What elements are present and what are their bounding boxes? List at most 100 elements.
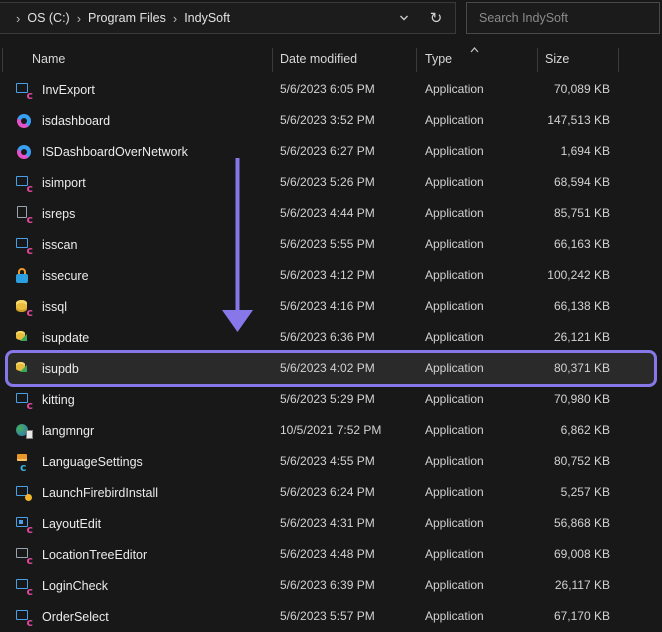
file-name: LayoutEdit	[42, 517, 101, 531]
file-size: 80,371 KB	[554, 353, 610, 384]
application-icon	[16, 485, 33, 501]
application-icon	[16, 578, 33, 594]
application-icon	[16, 113, 33, 129]
file-name: langmngr	[42, 424, 94, 438]
application-icon	[16, 237, 33, 253]
file-row[interactable]: isupdate 5/6/2023 6:36 PM Application 26…	[8, 322, 654, 353]
chevron-right-icon: ›	[166, 11, 184, 26]
file-row[interactable]: isimport 5/6/2023 5:26 PM Application 68…	[8, 167, 654, 198]
column-resize-handle[interactable]	[618, 48, 619, 72]
search-input[interactable]	[467, 11, 659, 25]
file-name: issql	[42, 300, 67, 314]
refresh-icon: ↻	[430, 11, 443, 26]
file-row[interactable]: isreps 5/6/2023 4:44 PM Application 85,7…	[8, 198, 654, 229]
file-date-modified: 5/6/2023 6:36 PM	[280, 322, 375, 353]
file-date-modified: 5/6/2023 6:27 PM	[280, 136, 375, 167]
file-size: 66,163 KB	[554, 229, 610, 260]
breadcrumb-item-drive[interactable]: OS (C:)	[27, 11, 69, 25]
file-type: Application	[425, 136, 484, 167]
file-type: Application	[425, 446, 484, 477]
file-row[interactable]: LoginCheck 5/6/2023 6:39 PM Application …	[8, 570, 654, 601]
file-date-modified: 10/5/2021 7:52 PM	[280, 415, 381, 446]
file-row[interactable]: ISDashboardOverNetwork 5/6/2023 6:27 PM …	[8, 136, 654, 167]
chevron-down-icon	[398, 12, 410, 24]
chevron-right-icon: ›	[70, 11, 88, 26]
file-row[interactable]: langmngr 10/5/2021 7:52 PM Application 6…	[8, 415, 654, 446]
application-icon	[16, 268, 33, 284]
file-date-modified: 5/6/2023 6:39 PM	[280, 570, 375, 601]
file-name-cell: isupdate	[16, 322, 89, 353]
file-name: isupdate	[42, 331, 89, 345]
application-icon	[16, 423, 33, 439]
file-name: LaunchFirebirdInstall	[42, 486, 158, 500]
column-resize-handle[interactable]	[416, 48, 417, 72]
file-name: ISDashboardOverNetwork	[42, 145, 188, 159]
file-type: Application	[425, 198, 484, 229]
column-header-name[interactable]: Name	[32, 52, 65, 66]
file-name: LoginCheck	[42, 579, 108, 593]
file-row[interactable]: isdashboard 5/6/2023 3:52 PM Application…	[8, 105, 654, 136]
address-bar[interactable]: › OS (C:) › Program Files › IndySoft ↻	[0, 2, 456, 34]
file-type: Application	[425, 508, 484, 539]
file-name: issecure	[42, 269, 89, 283]
file-list: InvExport 5/6/2023 6:05 PM Application 7…	[8, 74, 654, 632]
file-row[interactable]: OrderSelect 5/6/2023 5:57 PM Application…	[8, 601, 654, 632]
file-name: isreps	[42, 207, 75, 221]
address-bar-controls: ↻	[391, 5, 449, 31]
file-type: Application	[425, 167, 484, 198]
file-type: Application	[425, 384, 484, 415]
application-icon	[16, 516, 33, 532]
file-row[interactable]: LayoutEdit 5/6/2023 4:31 PM Application …	[8, 508, 654, 539]
file-row[interactable]: LanguageSettings 5/6/2023 4:55 PM Applic…	[8, 446, 654, 477]
file-type: Application	[425, 353, 484, 384]
sort-ascending-icon	[469, 43, 480, 57]
application-icon	[16, 330, 33, 346]
breadcrumb-item-program-files[interactable]: Program Files	[88, 11, 166, 25]
breadcrumb-item-indysoft[interactable]: IndySoft	[184, 11, 230, 25]
file-row[interactable]: kitting 5/6/2023 5:29 PM Application 70,…	[8, 384, 654, 415]
file-name: kitting	[42, 393, 75, 407]
file-date-modified: 5/6/2023 4:12 PM	[280, 260, 375, 291]
file-date-modified: 5/6/2023 4:55 PM	[280, 446, 375, 477]
column-resize-handle[interactable]	[272, 48, 273, 72]
column-resize-handle[interactable]	[537, 48, 538, 72]
file-row[interactable]: InvExport 5/6/2023 6:05 PM Application 7…	[8, 74, 654, 105]
file-date-modified: 5/6/2023 5:55 PM	[280, 229, 375, 260]
file-row[interactable]: LaunchFirebirdInstall 5/6/2023 6:24 PM A…	[8, 477, 654, 508]
file-name-cell: OrderSelect	[16, 601, 109, 632]
file-size: 100,242 KB	[547, 260, 610, 291]
file-row[interactable]: LocationTreeEditor 5/6/2023 4:48 PM Appl…	[8, 539, 654, 570]
file-name-cell: issecure	[16, 260, 89, 291]
refresh-button[interactable]: ↻	[423, 5, 449, 31]
file-name-cell: isimport	[16, 167, 86, 198]
column-header-date-modified[interactable]: Date modified	[280, 52, 357, 66]
file-date-modified: 5/6/2023 4:48 PM	[280, 539, 375, 570]
address-dropdown-button[interactable]	[391, 5, 417, 31]
file-type: Application	[425, 260, 484, 291]
file-row-highlighted[interactable]: isupdb 5/6/2023 4:02 PM Application 80,3…	[8, 353, 654, 384]
file-row[interactable]: issql 5/6/2023 4:16 PM Application 66,13…	[8, 291, 654, 322]
search-box[interactable]	[466, 2, 660, 34]
file-name: isscan	[42, 238, 77, 252]
column-header-size[interactable]: Size	[545, 52, 569, 66]
application-icon	[16, 392, 33, 408]
column-header-type[interactable]: Type	[425, 52, 452, 66]
file-name-cell: isdashboard	[16, 105, 110, 136]
file-date-modified: 5/6/2023 4:31 PM	[280, 508, 375, 539]
file-name: LanguageSettings	[42, 455, 143, 469]
file-row[interactable]: isscan 5/6/2023 5:55 PM Application 66,1…	[8, 229, 654, 260]
file-row[interactable]: issecure 5/6/2023 4:12 PM Application 10…	[8, 260, 654, 291]
breadcrumb-root-chevron-icon[interactable]: ›	[9, 11, 27, 26]
file-size: 147,513 KB	[547, 105, 610, 136]
file-name-cell: InvExport	[16, 74, 95, 105]
file-type: Application	[425, 74, 484, 105]
application-icon	[16, 82, 33, 98]
application-icon	[16, 547, 33, 563]
file-type: Application	[425, 322, 484, 353]
file-date-modified: 5/6/2023 3:52 PM	[280, 105, 375, 136]
column-resize-handle[interactable]	[2, 48, 3, 72]
file-date-modified: 5/6/2023 5:57 PM	[280, 601, 375, 632]
file-type: Application	[425, 539, 484, 570]
file-name-cell: isupdb	[16, 353, 79, 384]
file-size: 6,862 KB	[561, 415, 610, 446]
